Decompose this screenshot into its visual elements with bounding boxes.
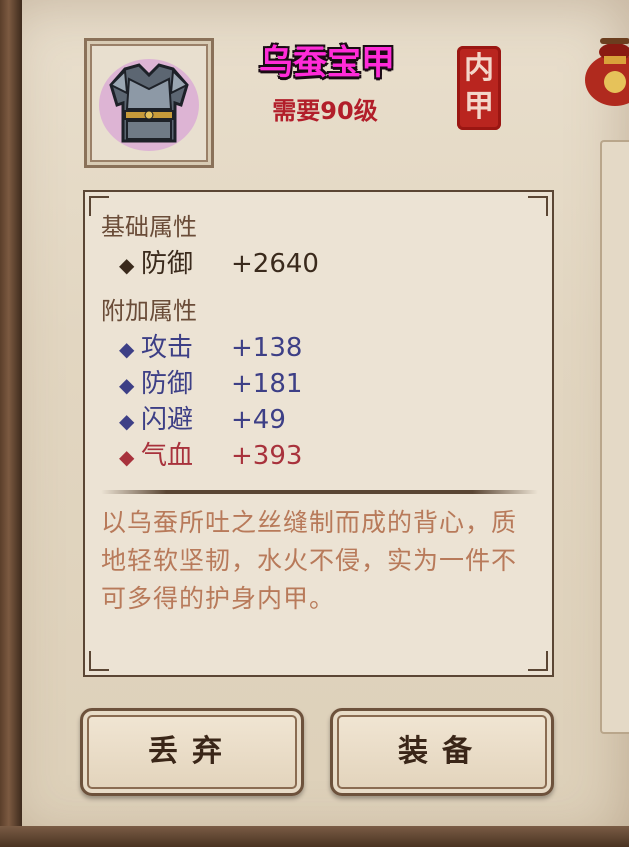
extra-stat-row: ◆ 闪避 +49 [119, 402, 286, 438]
frame-corner [89, 651, 109, 671]
frame-corner [528, 651, 548, 671]
diamond-bullet-icon: ◆ [119, 253, 135, 277]
book-spine [0, 0, 22, 847]
stat-name: 气血 [141, 441, 194, 471]
diamond-bullet-icon: ◆ [119, 337, 135, 361]
section-divider [101, 490, 538, 494]
base-stat-row: ◆ 防御 +2640 [119, 246, 319, 282]
stat-name: 攻击 [141, 333, 194, 363]
item-name: 乌蚕宝甲 [259, 43, 395, 83]
diamond-bullet-icon: ◆ [119, 445, 135, 469]
extra-stat-row: ◆ 防御 +181 [119, 366, 302, 402]
armor-vest-icon [99, 59, 199, 151]
frame-corner [528, 196, 548, 216]
stat-name: 防御 [141, 369, 194, 399]
stat-value: +2640 [231, 249, 319, 279]
level-requirement: 需要90级 [272, 97, 378, 125]
slot-seal-text: 内甲 [464, 51, 494, 124]
base-attributes-title: 基础属性 [101, 213, 197, 241]
discard-button[interactable]: 丢弃 [80, 708, 304, 796]
bottom-frame [0, 826, 629, 847]
stat-value: +181 [231, 369, 303, 399]
stat-name: 闪避 [141, 405, 194, 435]
extra-attributes-title: 附加属性 [101, 297, 197, 325]
stat-name: 防御 [141, 249, 194, 279]
diamond-bullet-icon: ◆ [119, 373, 135, 397]
stat-value: +393 [231, 441, 303, 471]
diamond-bullet-icon: ◆ [119, 409, 135, 433]
slot-seal-badge: 内甲 [457, 46, 501, 130]
side-panel-edge [600, 140, 629, 734]
extra-stat-row: ◆ 攻击 +138 [119, 330, 302, 366]
item-bag-icon[interactable] [580, 30, 629, 110]
attribute-box: 基础属性 ◆ 防御 +2640 附加属性 ◆ 攻击 +138 ◆ 防御 +181 ◆ 闪避 +4… [83, 190, 554, 677]
equip-button[interactable]: 装备 [330, 708, 554, 796]
item-icon-frame[interactable] [84, 38, 214, 168]
stat-value: +49 [231, 405, 286, 435]
extra-stat-row: ◆ 气血 +393 [119, 438, 302, 474]
stat-value: +138 [231, 333, 303, 363]
item-description: 以乌蚕所吐之丝缝制而成的背心，质地轻软坚韧，水火不侵，实为一件不可多得的护身内甲… [101, 508, 518, 613]
